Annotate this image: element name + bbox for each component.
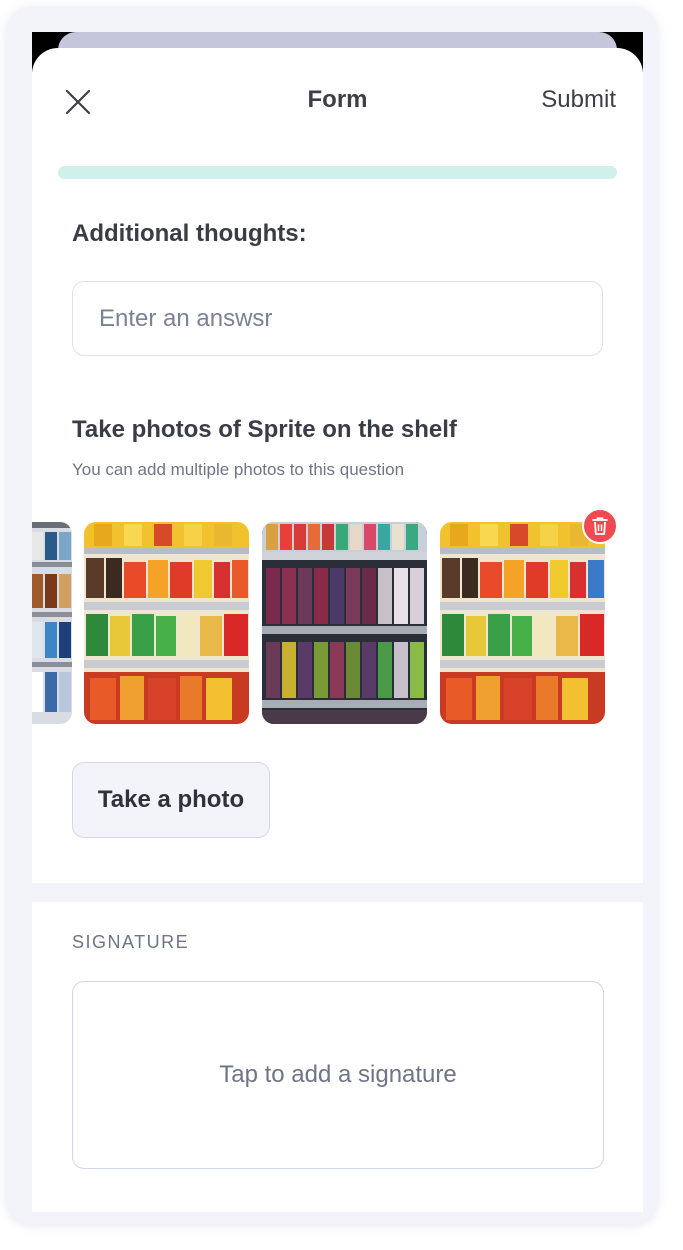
signature-prompt: Tap to add a signature [219, 1061, 457, 1088]
question-hint-photos: You can add multiple photos to this ques… [72, 460, 405, 479]
photo-thumbnail[interactable] [262, 522, 427, 724]
trash-icon [592, 517, 608, 535]
photo-thumbnail[interactable] [440, 522, 605, 724]
progress-fill [58, 166, 617, 179]
progress-bar [58, 166, 617, 179]
question-label-photos: Take photos of Sprite on the shelf [72, 416, 457, 443]
shelf-photo [440, 522, 605, 724]
signature-pad[interactable]: Tap to add a signature [72, 981, 604, 1169]
question-label-thoughts: Additional thoughts: [72, 220, 307, 247]
shelf-photo [32, 522, 72, 724]
take-photo-button[interactable]: Take a photo [72, 762, 270, 838]
answer-input[interactable] [72, 281, 603, 356]
signature-section-label: SIGNATURE [72, 932, 190, 952]
screen: Form Submit Additional thoughts: Take ph… [32, 32, 643, 1212]
phone-frame: Form Submit Additional thoughts: Take ph… [6, 6, 658, 1224]
shelf-photo [262, 522, 427, 724]
submit-button[interactable]: Submit [541, 86, 616, 114]
photo-thumbnail[interactable] [84, 522, 249, 724]
delete-photo-button[interactable] [582, 508, 618, 544]
photo-thumbnail[interactable] [32, 522, 72, 724]
shelf-photo [84, 522, 249, 724]
